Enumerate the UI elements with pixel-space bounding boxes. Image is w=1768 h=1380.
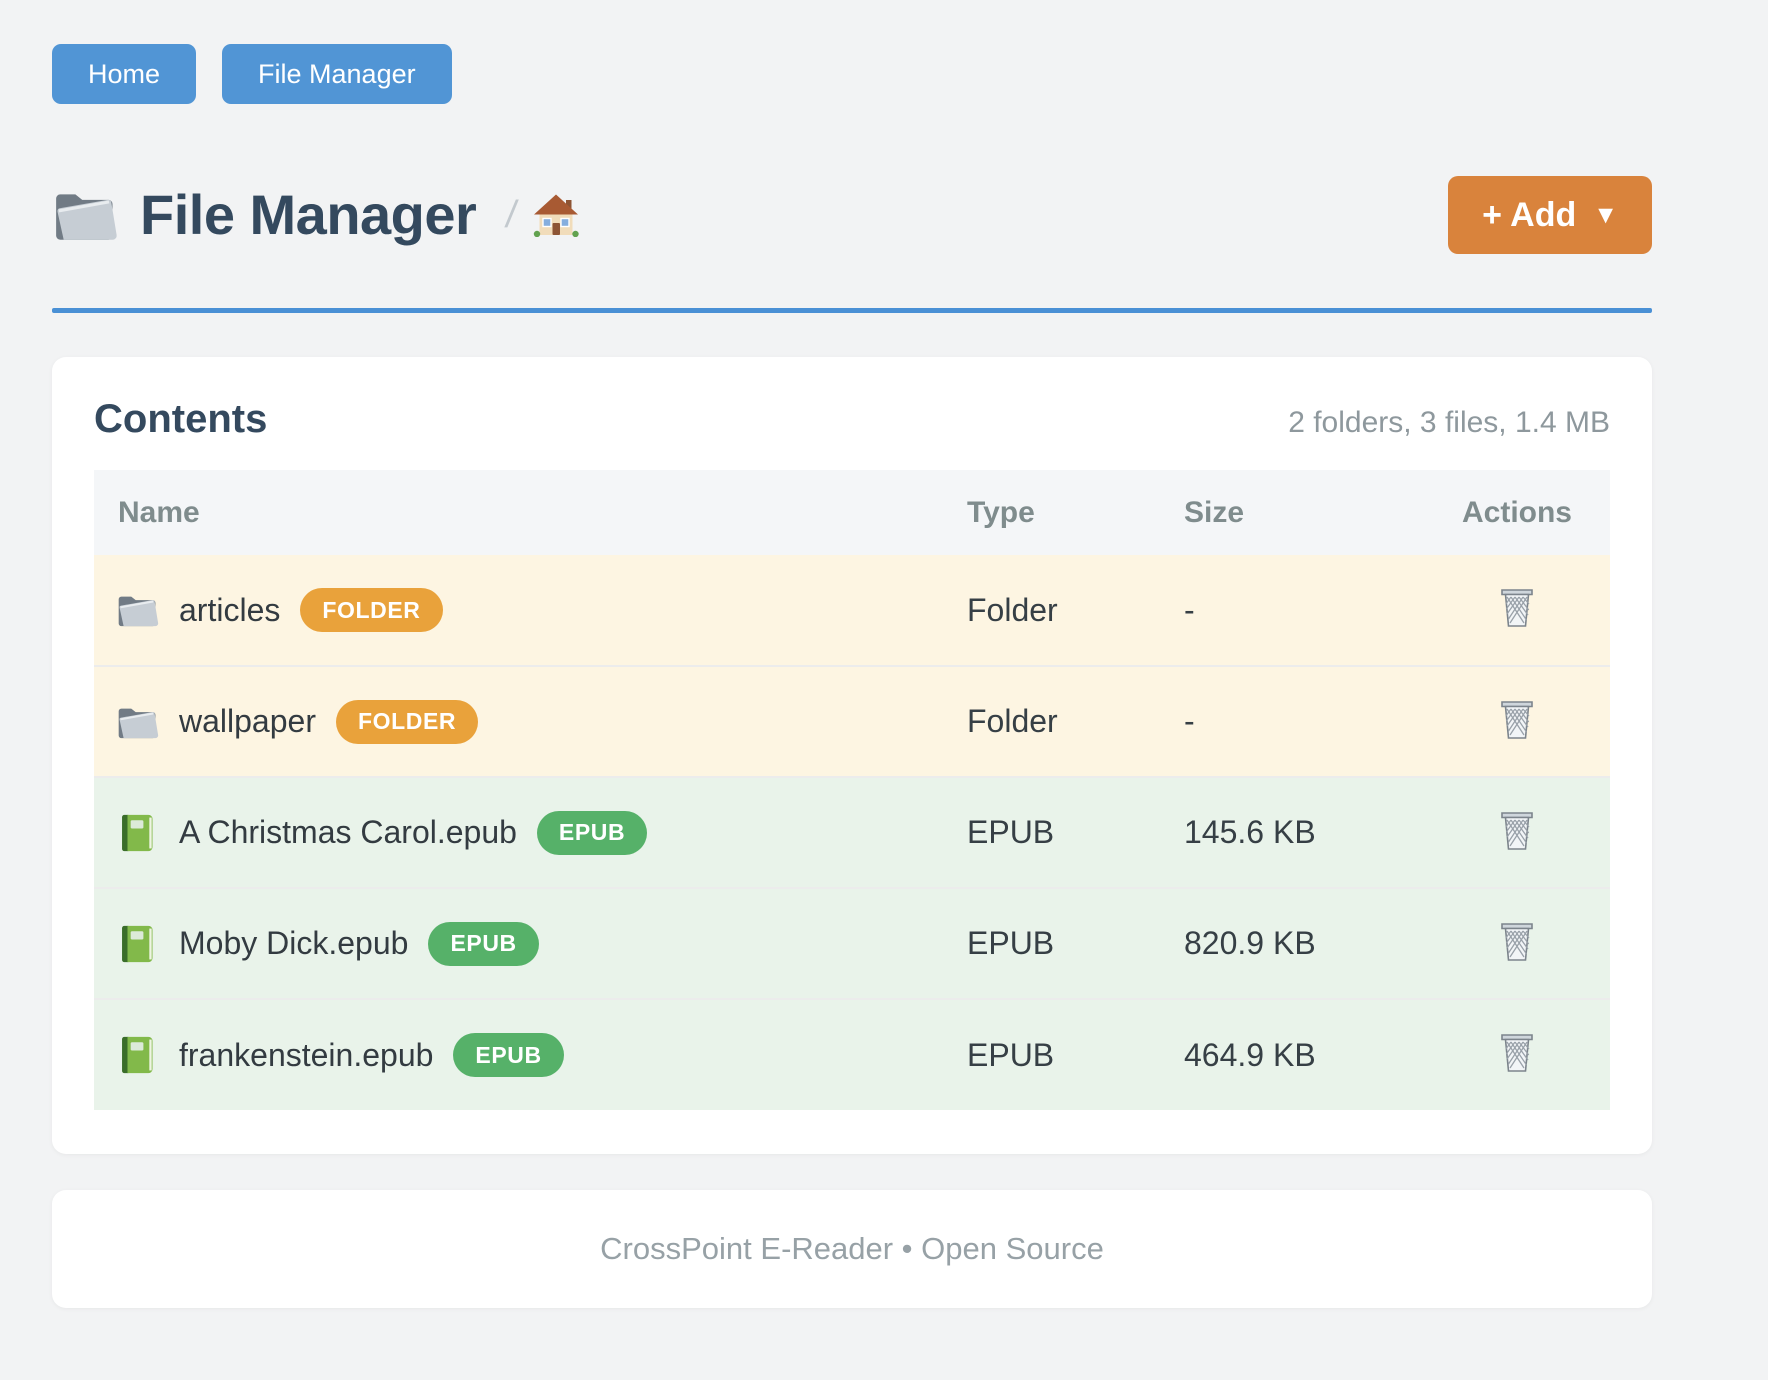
file-table-body: articles FOLDER Folder- wallpaper FOLDER Fold… [94,555,1610,1110]
type-badge: EPUB [537,811,647,855]
column-header-actions: Actions [1424,470,1610,555]
table-row[interactable]: Moby Dick.epubEPUBEPUB820.9 KB [94,888,1610,999]
page-header: File Manager / + Add ▼ [52,176,1652,254]
footer: CrossPoint E-Reader • Open Source [52,1190,1652,1308]
header-divider [52,308,1652,313]
folder-icon [116,590,159,630]
house-icon [533,193,579,237]
file-name-link[interactable]: frankenstein.epub [179,1037,433,1074]
folder-icon [52,186,118,244]
type-cell: Folder [967,666,1184,777]
contents-summary: 2 folders, 3 files, 1.4 MB [1288,406,1610,440]
type-cell: EPUB [967,999,1184,1110]
type-cell: EPUB [967,888,1184,999]
file-name-link[interactable]: A Christmas Carol.epub [179,814,517,851]
top-nav: Home File Manager [52,44,1652,104]
type-badge: EPUB [428,922,538,966]
breadcrumb-home-link[interactable] [533,193,579,237]
file-table: Name Type Size Actions articles FOLDER Fol… [94,470,1610,1110]
table-row[interactable]: articles FOLDER Folder- [94,555,1610,666]
name-cell: articles FOLDER [94,555,967,666]
actions-cell [1424,888,1610,999]
table-row[interactable]: wallpaper FOLDER Folder- [94,666,1610,777]
column-header-name: Name [94,470,967,555]
name-cell: wallpaper FOLDER [94,666,967,777]
size-cell: 464.9 KB [1184,999,1424,1110]
page: Home File Manager File Manager / + Add ▼… [0,0,1768,1308]
card-header: Contents 2 folders, 3 files, 1.4 MB [94,397,1610,442]
file-name-link[interactable]: articles [179,592,280,629]
name-cell: Moby Dick.epub EPUB [94,888,967,999]
green-book-icon [116,813,159,853]
delete-button[interactable] [1495,583,1539,631]
column-header-type: Type [967,470,1184,555]
breadcrumb-separator: / [503,194,520,237]
green-book-icon [116,924,159,964]
actions-cell [1424,777,1610,888]
type-badge: FOLDER [336,700,478,744]
type-badge: FOLDER [300,588,442,632]
name-cell: frankenstein.epub EPUB [94,999,967,1110]
size-cell: 820.9 KB [1184,888,1424,999]
folder-icon [116,702,159,742]
size-cell: - [1184,666,1424,777]
trash-icon [1497,1030,1537,1074]
table-header-row: Name Type Size Actions [94,470,1610,555]
delete-button[interactable] [1495,695,1539,743]
caret-down-icon: ▼ [1593,203,1618,228]
trash-icon [1497,808,1537,852]
table-row[interactable]: A Christmas Carol.epubEPUBEPUB145.6 KB [94,777,1610,888]
delete-button[interactable] [1495,1028,1539,1076]
delete-button[interactable] [1495,917,1539,965]
file-name-link[interactable]: Moby Dick.epub [179,925,408,962]
table-row[interactable]: frankenstein.epubEPUBEPUB464.9 KB [94,999,1610,1110]
page-title: File Manager [140,187,476,243]
name-cell: A Christmas Carol.epub EPUB [94,777,967,888]
nav-button-file-manager[interactable]: File Manager [222,44,452,104]
trash-icon [1497,919,1537,963]
nav-button-home[interactable]: Home [52,44,196,104]
delete-button[interactable] [1495,806,1539,854]
size-cell: - [1184,555,1424,666]
file-name-link[interactable]: wallpaper [179,703,316,740]
add-button[interactable]: + Add ▼ [1448,176,1652,254]
size-cell: 145.6 KB [1184,777,1424,888]
type-badge: EPUB [453,1033,563,1077]
contents-card: Contents 2 folders, 3 files, 1.4 MB Name… [52,357,1652,1154]
trash-icon [1497,697,1537,741]
type-cell: Folder [967,555,1184,666]
card-title: Contents [94,397,267,442]
actions-cell [1424,555,1610,666]
type-cell: EPUB [967,777,1184,888]
column-header-size: Size [1184,470,1424,555]
actions-cell [1424,666,1610,777]
trash-icon [1497,585,1537,629]
green-book-icon [116,1035,159,1075]
add-button-label: + Add [1482,196,1576,235]
actions-cell [1424,999,1610,1110]
footer-text: CrossPoint E-Reader • Open Source [600,1231,1104,1267]
